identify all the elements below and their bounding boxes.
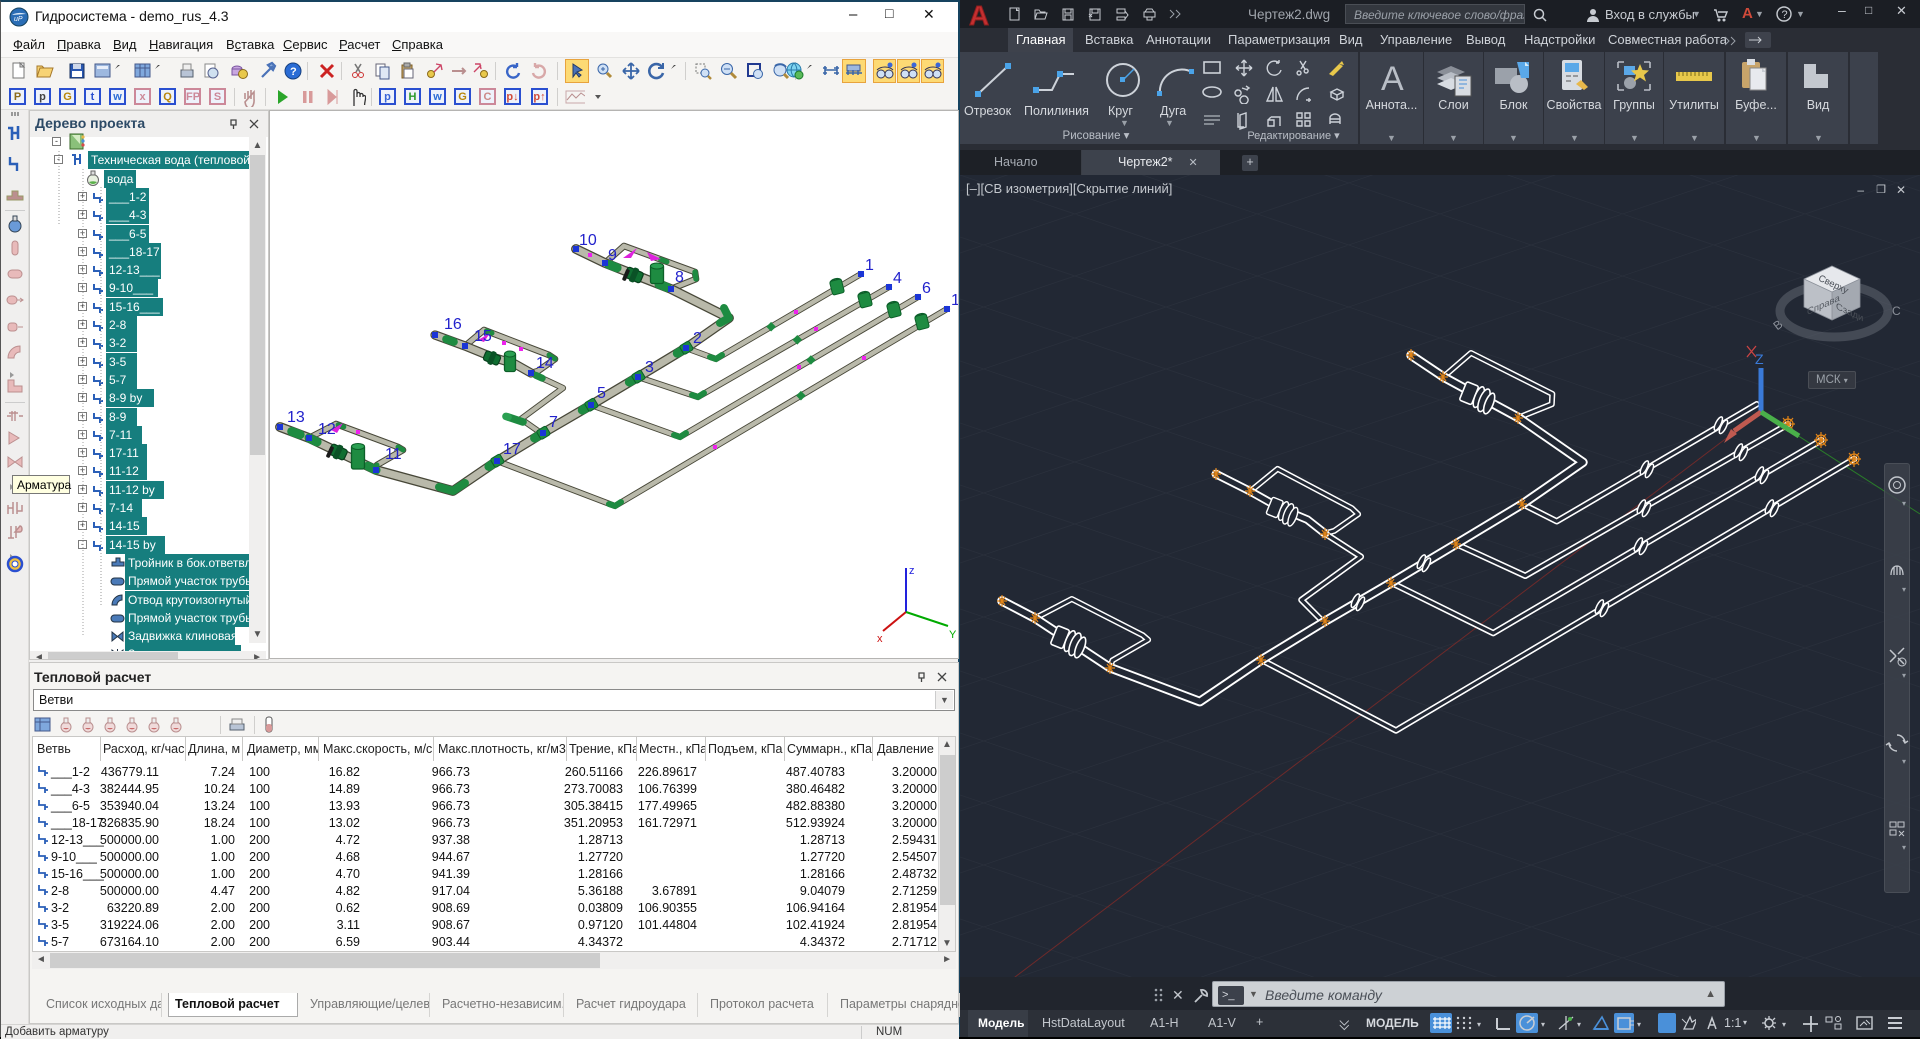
- svg-text:А: А: [1381, 60, 1404, 98]
- svg-text:?: ?: [290, 66, 297, 78]
- svg-text:7: 7: [549, 414, 558, 431]
- svg-text:8: 8: [675, 269, 684, 286]
- svg-text:A: A: [969, 0, 989, 28]
- svg-text:?: ?: [1782, 9, 1788, 21]
- svg-text:1: 1: [865, 257, 874, 274]
- svg-text:3: 3: [645, 359, 654, 376]
- svg-text:uP: uP: [14, 16, 23, 23]
- svg-text:9: 9: [608, 247, 617, 264]
- svg-text:13: 13: [287, 409, 305, 426]
- svg-text:10: 10: [579, 232, 597, 249]
- svg-text:16: 16: [444, 316, 462, 333]
- svg-text:5: 5: [597, 385, 606, 402]
- svg-text:x: x: [877, 633, 883, 645]
- svg-text:11: 11: [385, 446, 402, 463]
- svg-text:2: 2: [693, 330, 702, 347]
- svg-text:z: z: [909, 565, 915, 577]
- svg-text:15: 15: [474, 328, 492, 345]
- svg-text:17: 17: [503, 441, 521, 458]
- svg-text:14: 14: [536, 355, 554, 372]
- svg-text:С: С: [1892, 304, 1901, 318]
- svg-text:4: 4: [893, 270, 902, 287]
- svg-text:1: 1: [951, 292, 958, 309]
- svg-text:Y: Y: [949, 629, 957, 641]
- svg-text:12: 12: [318, 421, 336, 438]
- svg-text:6: 6: [922, 280, 931, 297]
- svg-text:Z: Z: [1755, 351, 1764, 367]
